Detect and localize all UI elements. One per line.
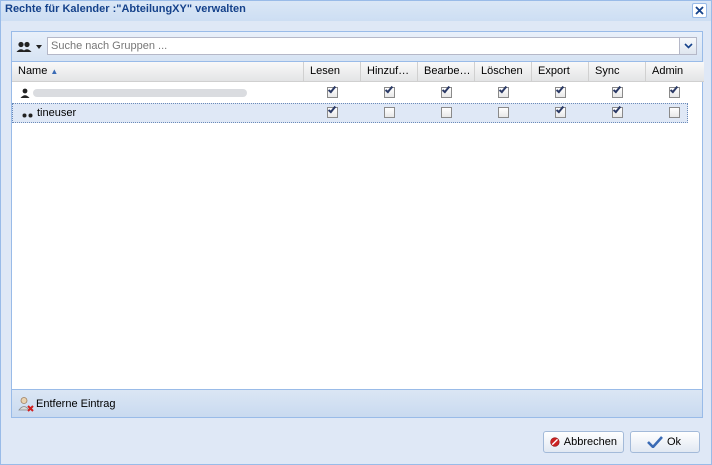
- checkmark-icon: [612, 104, 622, 114]
- add-checkbox[interactable]: [384, 84, 395, 98]
- edit-checkbox[interactable]: [441, 84, 452, 98]
- checkmark-icon: [327, 84, 337, 94]
- column-header-sync[interactable]: Sync: [589, 62, 646, 82]
- group-search-combo[interactable]: [47, 37, 697, 55]
- chevron-down-icon: [36, 45, 42, 49]
- admin-checkbox[interactable]: [669, 107, 680, 118]
- column-header-admin[interactable]: Admin: [646, 62, 704, 82]
- sync-checkbox[interactable]: [612, 84, 623, 98]
- group-icon: [22, 113, 33, 118]
- grid-header: Name ▲ Lesen Hinzuf… Bearbe… Löschen Expo…: [12, 62, 704, 82]
- group-icon: [16, 41, 32, 52]
- account-type-button[interactable]: [16, 39, 44, 55]
- row-name-cell: tineuser: [22, 106, 76, 120]
- export-checkbox[interactable]: [555, 84, 566, 98]
- column-header-add[interactable]: Hinzuf…: [361, 62, 418, 82]
- column-header-name[interactable]: Name ▲: [12, 62, 304, 82]
- table-row[interactable]: tineuser: [12, 103, 688, 123]
- cancel-button-label: Abbrechen: [563, 436, 617, 448]
- checkmark-icon: [647, 436, 663, 448]
- account-name: tineuser: [37, 107, 77, 119]
- row-name-cell: [20, 86, 247, 100]
- grid-bottom-toolbar: Entferne Eintrag: [12, 389, 702, 417]
- dialog-title: Rechte für Kalender :"AbteilungXY" verwa…: [5, 3, 246, 15]
- checkmark-icon: [669, 84, 679, 94]
- read-checkbox[interactable]: [327, 84, 338, 98]
- remove-user-icon: [18, 397, 34, 412]
- delete-checkbox[interactable]: [498, 107, 509, 118]
- toolbar: [12, 32, 702, 62]
- close-icon: [695, 6, 704, 15]
- checkmark-icon: [612, 84, 622, 94]
- redacted-account-name: [33, 89, 247, 97]
- table-row[interactable]: [12, 83, 688, 103]
- remove-entry-label: Entferne Eintrag: [36, 398, 116, 410]
- ok-button-label: Ok: [667, 436, 682, 448]
- group-search-input[interactable]: [48, 38, 678, 54]
- column-header-read[interactable]: Lesen: [304, 62, 361, 82]
- add-checkbox[interactable]: [384, 107, 395, 118]
- delete-checkbox[interactable]: [498, 84, 509, 98]
- column-header-export[interactable]: Export: [532, 62, 589, 82]
- column-header-edit[interactable]: Bearbe…: [418, 62, 475, 82]
- remove-entry-button[interactable]: Entferne Eintrag: [18, 395, 116, 413]
- checkmark-icon: [498, 84, 508, 94]
- grants-panel: Name▲ Lesen Hinzuf… Bearbe… Löschen Expo…: [11, 31, 704, 418]
- column-header-delete[interactable]: Löschen: [475, 62, 532, 82]
- checkmark-icon: [384, 84, 394, 94]
- sort-ascending-icon: ▲: [50, 67, 59, 76]
- read-checkbox[interactable]: [327, 104, 338, 118]
- ok-button[interactable]: Ok: [630, 431, 700, 453]
- admin-checkbox[interactable]: [669, 84, 680, 98]
- checkmark-icon: [555, 104, 565, 114]
- checkmark-icon: [555, 84, 565, 94]
- checkmark-icon: [327, 104, 337, 114]
- close-button[interactable]: [692, 3, 707, 18]
- checkmark-icon: [441, 84, 451, 94]
- cancel-icon: [550, 437, 560, 447]
- chevron-down-icon: [683, 43, 693, 49]
- user-icon: [20, 88, 30, 98]
- title-bar[interactable]: Rechte für Kalender :"AbteilungXY" verwa…: [1, 1, 711, 21]
- edit-checkbox[interactable]: [441, 107, 452, 118]
- cancel-button[interactable]: Abbrechen: [543, 431, 624, 453]
- export-checkbox[interactable]: [555, 104, 566, 118]
- sync-checkbox[interactable]: [612, 104, 623, 118]
- dialog-window: Rechte für Kalender :"AbteilungXY" verwa…: [0, 0, 712, 465]
- search-dropdown-trigger[interactable]: [679, 38, 696, 54]
